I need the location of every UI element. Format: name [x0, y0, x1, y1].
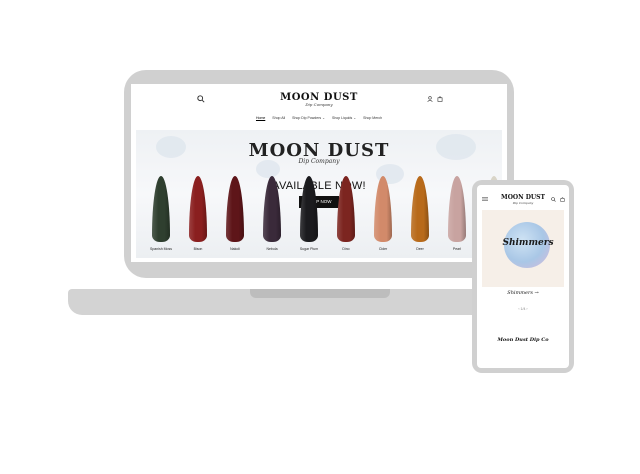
collection-card[interactable]: Shimmers: [482, 210, 564, 287]
desktop-header: MOON DUST Dip Company Home Shop All Shop…: [131, 84, 507, 124]
site-logo[interactable]: MOON DUST Dip Company: [131, 92, 507, 107]
nail-swatch-label: Deer: [416, 247, 424, 251]
nail-swatch-label: Bison: [193, 247, 203, 251]
nav-shop-all[interactable]: Shop All: [272, 116, 285, 120]
collection-link[interactable]: Shimmers →: [477, 290, 569, 296]
hero-headline: AVAILABLE NOW!: [272, 180, 366, 192]
nav-shop-merch[interactable]: Shop Merch: [363, 116, 382, 120]
desktop-website: MOON DUST Dip Company Home Shop All Shop…: [131, 84, 507, 262]
footer-brand: Moon Dust Dip Co: [497, 337, 549, 343]
nail-swatch-label: Pearl: [452, 247, 462, 251]
nav-home[interactable]: Home: [256, 116, 265, 120]
main-nav: Home Shop All Shop Dip Powders ⌄ Shop Li…: [131, 116, 507, 120]
nail-swatch-label: Nakoli: [230, 247, 240, 251]
collection-card-title: Shimmers: [502, 238, 554, 248]
nail-swatch-label: Cider: [378, 247, 388, 251]
nail-swatch-label: Dino: [342, 247, 350, 251]
nav-shop-dip-powders[interactable]: Shop Dip Powders ⌄: [292, 116, 325, 120]
account-icon[interactable]: [427, 96, 433, 102]
cart-icon[interactable]: [560, 197, 565, 202]
nail-swatch-label: Nebula: [266, 247, 278, 251]
hero-subtitle: Dip Company: [298, 158, 340, 165]
slider-pagination[interactable]: ‹ 1/4 ›: [477, 307, 569, 311]
logo-subtitle: Dip Company: [305, 102, 333, 107]
nav-shop-liquids[interactable]: Shop Liquids ⌄: [332, 116, 356, 120]
cart-icon[interactable]: [437, 96, 443, 102]
search-icon[interactable]: [551, 197, 556, 202]
nail-swatch-label: Spanish Moss: [150, 247, 172, 251]
laptop-notch: [250, 289, 390, 298]
mobile-website: MOON DUST Dip Company Shimmers Shimmers …: [477, 185, 569, 368]
hero-banner: MOON DUST Dip Company AVAILABLE NOW! SHO…: [136, 130, 502, 258]
nail-swatch-label: Sugar Plum: [299, 247, 319, 251]
